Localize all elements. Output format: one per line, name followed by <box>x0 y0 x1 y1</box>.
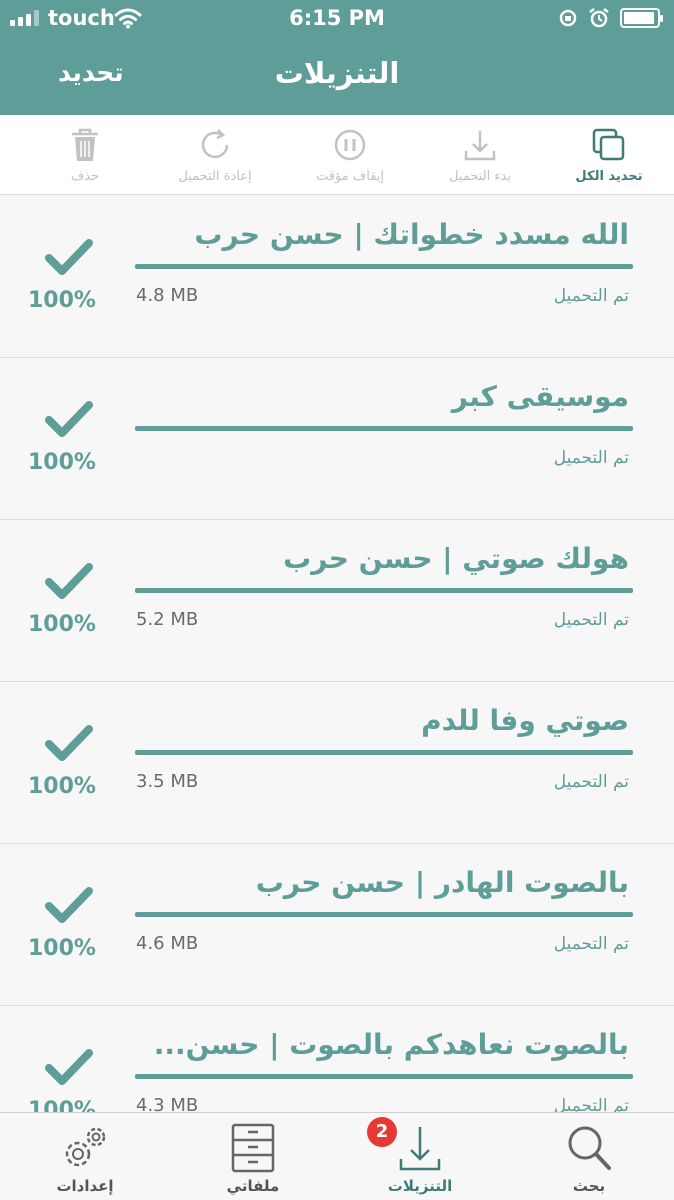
progress-percent: 100% <box>28 612 96 637</box>
checkmark-icon <box>45 239 93 275</box>
download-title: بالصوت نعاهدكم بالصوت | حسن... <box>153 1028 629 1061</box>
refresh-icon <box>201 129 229 159</box>
status-icons <box>558 7 663 29</box>
rotation-lock-icon <box>559 9 577 27</box>
checkmark-icon <box>45 725 93 761</box>
progress-bar <box>135 1074 633 1079</box>
download-item[interactable]: بالصوت نعاهدكم بالصوت | حسن... تم التحمي… <box>0 1006 674 1112</box>
pause-button[interactable]: إيقاف مؤقت <box>290 115 410 195</box>
pause-icon <box>334 129 366 161</box>
file-size: 5.2 MB <box>136 609 199 630</box>
cabinet-icon <box>231 1123 275 1173</box>
delete-label: حذف <box>70 169 100 184</box>
checkmark-icon <box>45 563 93 599</box>
download-item[interactable]: موسيقى كبر تم التحميل 100% <box>0 358 674 520</box>
tab-settings[interactable]: إعدادات <box>30 1113 140 1200</box>
download-title: بالصوت الهادر | حسن حرب <box>255 866 629 899</box>
select-all-icon <box>592 128 625 161</box>
tab-search[interactable]: بحث <box>534 1113 644 1200</box>
download-status: تم التحميل <box>553 772 629 792</box>
page-title: التنزيلات <box>274 56 400 90</box>
progress-percent: 100% <box>28 450 96 475</box>
file-size: 4.6 MB <box>136 933 199 954</box>
progress-bar <box>135 264 633 269</box>
download-item[interactable]: صوتي وفا للدم تم التحميل 3.5 MB 100% <box>0 682 674 844</box>
select-all-label: تحديد الكل <box>575 169 643 184</box>
tab-files-label: ملفاتي <box>226 1177 280 1195</box>
progress-percent: 100% <box>28 936 96 961</box>
progress-bar <box>135 750 633 755</box>
checkmark-icon <box>45 887 93 923</box>
downloads-count-badge: 2 <box>367 1117 397 1147</box>
download-actions-toolbar: تحديد الكل بدء التحميل إيقاف مؤقت إعادة … <box>0 115 674 195</box>
navigation-header: touch 6:15 PM تحديد التنزيلات <box>0 0 674 115</box>
trash-icon <box>72 128 98 161</box>
tab-search-label: بحث <box>572 1177 606 1195</box>
progress-bar <box>135 426 633 431</box>
progress-bar <box>135 912 633 917</box>
tab-settings-label: إعدادات <box>56 1177 114 1195</box>
download-item[interactable]: بالصوت الهادر | حسن حرب تم التحميل 4.6 M… <box>0 844 674 1006</box>
pause-label: إيقاف مؤقت <box>315 169 385 184</box>
progress-percent: 100% <box>28 774 96 799</box>
download-icon <box>464 131 496 161</box>
file-size: 4.8 MB <box>136 285 199 306</box>
search-icon <box>568 1126 611 1170</box>
file-size: 3.5 MB <box>136 771 199 792</box>
start-download-button[interactable]: بدء التحميل <box>420 115 540 195</box>
select-all-button[interactable]: تحديد الكل <box>564 115 654 195</box>
start-download-label: بدء التحميل <box>449 169 511 184</box>
battery-icon <box>620 8 663 28</box>
progress-percent: 100% <box>28 1098 96 1112</box>
tab-bar: إعدادات ملفاتي 2 التنزيلات بحث <box>0 1112 674 1200</box>
progress-percent: 100% <box>28 288 96 313</box>
tab-files[interactable]: ملفاتي <box>198 1113 308 1200</box>
delete-button[interactable]: حذف <box>30 115 140 195</box>
download-icon <box>399 1127 441 1171</box>
retry-download-button[interactable]: إعادة التحميل <box>150 115 280 195</box>
file-size: 4.3 MB <box>136 1095 199 1112</box>
download-status: تم التحميل <box>553 934 629 954</box>
checkmark-icon <box>45 1049 93 1085</box>
download-title: الله مسدد خطواتك | حسن حرب <box>194 218 629 251</box>
progress-bar <box>135 588 633 593</box>
download-status: تم التحميل <box>553 610 629 630</box>
download-item[interactable]: الله مسدد خطواتك | حسن حرب تم التحميل 4.… <box>0 196 674 358</box>
download-title: صوتي وفا للدم <box>421 704 629 737</box>
download-status: تم التحميل <box>553 448 629 468</box>
download-status: تم التحميل <box>553 286 629 306</box>
downloads-list: الله مسدد خطواتك | حسن حرب تم التحميل 4.… <box>0 196 674 1112</box>
download-title: هولك صوتي | حسن حرب <box>283 542 629 575</box>
status-bar: touch 6:15 PM <box>0 0 674 40</box>
gears-icon <box>65 1127 106 1167</box>
download-status: تم التحميل <box>553 1096 629 1112</box>
tab-downloads[interactable]: 2 التنزيلات <box>365 1113 475 1200</box>
retry-download-label: إعادة التحميل <box>178 169 252 184</box>
download-title: موسيقى كبر <box>451 380 629 413</box>
tab-downloads-label: التنزيلات <box>387 1177 453 1195</box>
download-item[interactable]: هولك صوتي | حسن حرب تم التحميل 5.2 MB 10… <box>0 520 674 682</box>
checkmark-icon <box>45 401 93 437</box>
alarm-icon <box>589 8 609 28</box>
